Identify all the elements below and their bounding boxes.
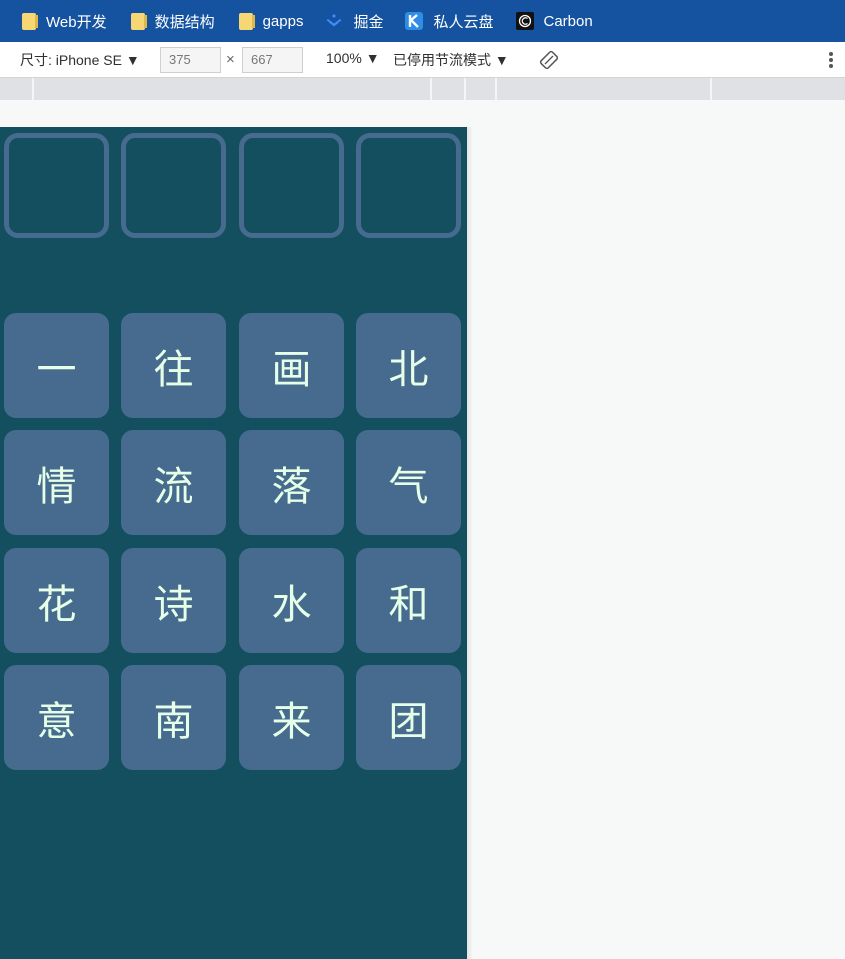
viewport-shadow [467,127,473,959]
ruler-tick [495,78,497,100]
bookmark-label: gapps [262,12,304,30]
char-tile[interactable]: 气 [356,430,461,535]
char-tile[interactable]: 诗 [121,548,226,653]
answer-slot[interactable] [356,133,461,238]
folder-icon [130,12,147,30]
carbon-icon [515,12,534,30]
char-tile[interactable]: 和 [356,548,461,653]
juejin-icon [325,12,343,30]
char-tile[interactable]: 情 [4,430,109,535]
device-select[interactable]: 尺寸: iPhone SE ▼ [20,50,140,70]
folder-icon [238,12,255,30]
char-tile[interactable]: 来 [239,665,344,770]
ruler-tick [430,78,432,100]
char-tile[interactable]: 水 [239,548,344,653]
bookmark-label: 掘金 [353,13,384,31]
answer-slot[interactable] [121,133,226,238]
bookmark-data-structures[interactable]: 数据结构 [129,0,215,42]
char-tile[interactable]: 往 [121,313,226,418]
char-tile[interactable]: 落 [239,430,344,535]
ruler-tick [710,78,712,100]
bookmark-private-cloud[interactable]: 私人云盘 [405,0,494,42]
more-vertical-icon[interactable] [826,50,836,70]
bookmarks-bar: Web开发 数据结构 gapps 掘金 私人云盘 Carbon [0,0,845,42]
bookmark-label: 数据结构 [154,13,215,31]
bookmark-label: 私人云盘 [433,13,494,31]
times-symbol: × [226,51,235,68]
char-tile[interactable]: 南 [121,665,226,770]
device-toolbar: 尺寸: iPhone SE ▼ 375 × 667 100% ▼ 已停用节流模式… [0,42,845,78]
char-tile[interactable]: 北 [356,313,461,418]
ruler-tick [464,78,466,100]
media-query-ruler[interactable] [0,78,845,100]
char-tile[interactable]: 意 [4,665,109,770]
kodbox-icon [405,12,424,30]
bookmark-carbon[interactable]: Carbon [515,0,593,42]
folder-icon [22,12,38,30]
char-tile[interactable]: 花 [4,548,109,653]
bookmark-web-dev[interactable]: Web开发 [20,0,107,42]
rotate-icon[interactable] [539,50,559,70]
answer-slot[interactable] [239,133,344,238]
char-tile[interactable]: 一 [4,313,109,418]
device-viewport: 一 往 画 北 情 流 落 气 花 诗 水 和 意 南 来 团 [0,127,467,959]
char-tile[interactable]: 画 [239,313,344,418]
answer-slot[interactable] [4,133,109,238]
bookmark-juejin[interactable]: 掘金 [325,0,383,42]
zoom-select[interactable]: 100% ▼ [326,50,380,66]
throttling-select[interactable]: 已停用节流模式 ▼ [393,50,509,70]
bookmark-label: Web开发 [46,13,107,31]
bookmark-gapps[interactable]: gapps [237,0,304,42]
ruler-tick [32,78,34,100]
height-input[interactable]: 667 [242,47,303,73]
char-tile[interactable]: 团 [356,665,461,770]
width-input[interactable]: 375 [160,47,221,73]
char-tile[interactable]: 流 [121,430,226,535]
bookmark-label: Carbon [543,12,593,30]
